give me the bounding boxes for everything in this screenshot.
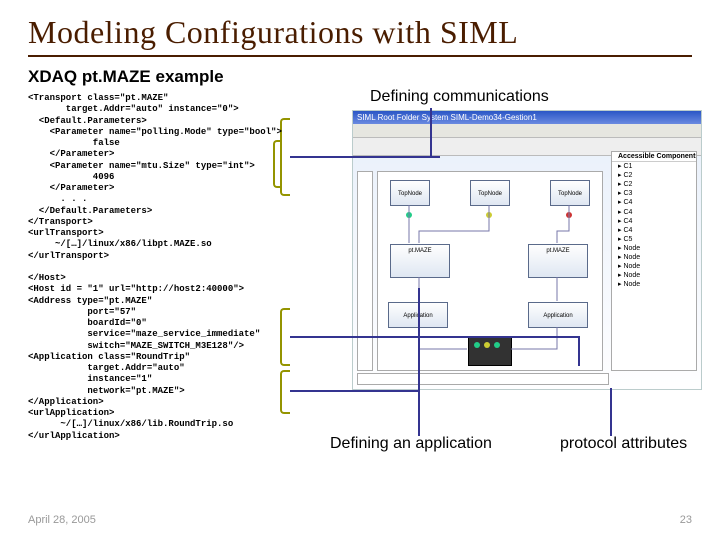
annotation-proto: protocol attributes bbox=[560, 435, 687, 453]
connector-line bbox=[578, 336, 580, 366]
connector-line bbox=[430, 108, 432, 158]
annotation-comms: Defining communications bbox=[370, 88, 549, 106]
connector-line bbox=[610, 388, 612, 436]
connector-line bbox=[290, 390, 420, 392]
footer-date: April 28, 2005 bbox=[28, 514, 96, 526]
slide-subtitle: XDAQ pt.MAZE example bbox=[28, 67, 692, 87]
connector-line bbox=[290, 156, 440, 158]
connector-line bbox=[290, 336, 580, 338]
connector-line bbox=[418, 288, 420, 436]
annotation-app: Defining an application bbox=[330, 435, 492, 453]
slide-title: Modeling Configurations with SIML bbox=[28, 14, 692, 57]
footer-page-number: 23 bbox=[680, 514, 692, 526]
